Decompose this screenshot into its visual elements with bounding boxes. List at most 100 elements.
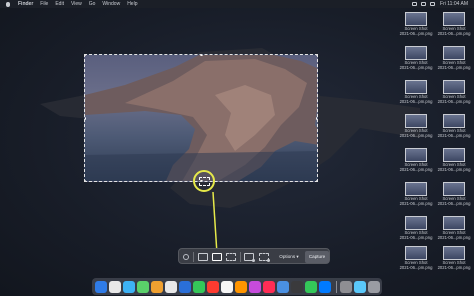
island-image bbox=[85, 55, 317, 181]
dock-app-icon[interactable] bbox=[165, 280, 177, 293]
file-thumbnail bbox=[405, 246, 427, 260]
capture-window-button[interactable] bbox=[212, 253, 222, 261]
toolbar-divider bbox=[193, 252, 194, 262]
desktop-file[interactable]: Screen Shot 2021-06...pm.png bbox=[434, 114, 474, 138]
file-name-line2: 2021-06...pm.png bbox=[399, 65, 433, 70]
screenshot-toolbar: Options ▾ Capture bbox=[178, 248, 330, 264]
status-area: Fri 11:04 AM bbox=[408, 1, 468, 7]
dock-app-icon[interactable] bbox=[367, 280, 380, 293]
desktop-file[interactable]: Screen Shot 2021-06...pm.png bbox=[434, 80, 474, 104]
file-thumbnail bbox=[443, 148, 465, 162]
file-thumbnail bbox=[443, 246, 465, 260]
file-thumbnail bbox=[443, 114, 465, 128]
wifi-icon[interactable] bbox=[421, 2, 427, 6]
dock-app-icon[interactable] bbox=[235, 280, 247, 293]
dock-app-icon[interactable] bbox=[207, 280, 219, 293]
menu-app-name[interactable]: Finder bbox=[18, 1, 33, 7]
dock-app-icon[interactable] bbox=[123, 280, 135, 293]
dock-app-icon[interactable] bbox=[179, 280, 191, 293]
desktop-file[interactable]: Screen Shot 2021-06...pm.png bbox=[396, 182, 436, 206]
file-thumbnail bbox=[405, 12, 427, 26]
capture-selection-area[interactable] bbox=[84, 54, 318, 182]
desktop-file[interactable]: Screen Shot 2021-06...pm.png bbox=[396, 246, 436, 270]
file-name-line2: 2021-06...pm.png bbox=[399, 167, 433, 172]
dock-app-icon[interactable] bbox=[353, 280, 366, 293]
record-selected-portion-button[interactable] bbox=[259, 253, 270, 262]
dock-separator bbox=[336, 280, 337, 293]
close-toolbar-button[interactable] bbox=[183, 254, 189, 260]
file-name-line2: 2021-06...pm.png bbox=[437, 201, 471, 206]
menu-help[interactable]: Help bbox=[127, 1, 137, 7]
dock-app-icon[interactable] bbox=[221, 280, 233, 293]
file-thumbnail bbox=[443, 12, 465, 26]
callout-circle bbox=[193, 170, 215, 192]
dock-app-icon[interactable] bbox=[95, 280, 107, 293]
file-name-line2: 2021-06...pm.png bbox=[399, 201, 433, 206]
dock-app-icon[interactable] bbox=[263, 280, 275, 293]
dock-app-icon[interactable] bbox=[319, 280, 331, 293]
apple-menu-icon[interactable] bbox=[6, 1, 10, 7]
capture-selected-portion-button[interactable] bbox=[226, 253, 236, 261]
desktop-file[interactable]: Screen Shot 2021-06...pm.png bbox=[396, 80, 436, 104]
resize-handle-right[interactable] bbox=[316, 117, 317, 120]
file-thumbnail bbox=[405, 80, 427, 94]
record-dot-icon bbox=[267, 259, 270, 262]
menu-edit[interactable]: Edit bbox=[55, 1, 64, 7]
file-thumbnail bbox=[443, 216, 465, 230]
dock bbox=[92, 278, 382, 295]
file-name-line2: 2021-06...pm.png bbox=[437, 99, 471, 104]
resize-handle-top-right[interactable] bbox=[316, 55, 317, 56]
dock-app-icon[interactable] bbox=[305, 280, 317, 293]
desktop-file[interactable]: Screen Shot 2021-06...pm.png bbox=[434, 216, 474, 240]
dock-app-icon[interactable] bbox=[277, 280, 289, 293]
menu-file[interactable]: File bbox=[40, 1, 48, 7]
toolbar-divider bbox=[240, 252, 241, 262]
desktop-file[interactable]: Screen Shot 2021-06...pm.png bbox=[434, 246, 474, 270]
dock-app-icon[interactable] bbox=[151, 280, 163, 293]
file-name-line2: 2021-06...pm.png bbox=[437, 65, 471, 70]
dock-app-icon[interactable] bbox=[137, 280, 149, 293]
file-name-line2: 2021-06...pm.png bbox=[437, 133, 471, 138]
record-entire-screen-button[interactable] bbox=[244, 253, 255, 262]
file-name-line2: 2021-06...pm.png bbox=[399, 265, 433, 270]
file-thumbnail bbox=[405, 182, 427, 196]
file-name-line2: 2021-06...pm.png bbox=[399, 133, 433, 138]
desktop-file[interactable]: Screen Shot 2021-06...pm.png bbox=[396, 114, 436, 138]
file-thumbnail bbox=[443, 80, 465, 94]
desktop-file[interactable]: Screen Shot 2021-06...pm.png bbox=[396, 46, 436, 70]
file-name-line2: 2021-06...pm.png bbox=[399, 31, 433, 36]
options-menu-button[interactable]: Options ▾ bbox=[275, 252, 303, 262]
desktop-file[interactable]: Screen Shot 2021-06...pm.png bbox=[396, 12, 436, 36]
dock-app-icon[interactable] bbox=[339, 280, 352, 293]
desktop-file[interactable]: Screen Shot 2021-06...pm.png bbox=[434, 182, 474, 206]
file-thumbnail bbox=[405, 216, 427, 230]
desktop-file[interactable]: Screen Shot 2021-06...pm.png bbox=[434, 12, 474, 36]
file-name-line2: 2021-06...pm.png bbox=[437, 31, 471, 36]
file-thumbnail bbox=[405, 46, 427, 60]
resize-handle-bottom-right[interactable] bbox=[316, 180, 317, 181]
capture-button[interactable]: Capture bbox=[305, 251, 329, 263]
dock-app-icon[interactable] bbox=[193, 280, 205, 293]
file-name-line2: 2021-06...pm.png bbox=[399, 99, 433, 104]
menu-view[interactable]: View bbox=[71, 1, 82, 7]
desktop-file[interactable]: Screen Shot 2021-06...pm.png bbox=[396, 216, 436, 240]
record-dot-icon bbox=[252, 259, 255, 262]
resize-handle-bottom-left[interactable] bbox=[85, 180, 86, 181]
menu-go[interactable]: Go bbox=[89, 1, 96, 7]
dock-app-icon[interactable] bbox=[249, 280, 261, 293]
menu-clock[interactable]: Fri 11:04 AM bbox=[440, 1, 468, 7]
menu-window[interactable]: Window bbox=[102, 1, 120, 7]
dock-app-icon[interactable] bbox=[109, 280, 121, 293]
desktop-file[interactable]: Screen Shot 2021-06...pm.png bbox=[396, 148, 436, 172]
selection-icon bbox=[198, 176, 210, 186]
desktop-file[interactable]: Screen Shot 2021-06...pm.png bbox=[434, 148, 474, 172]
desktop-file[interactable]: Screen Shot 2021-06...pm.png bbox=[434, 46, 474, 70]
file-name-line2: 2021-06...pm.png bbox=[437, 265, 471, 270]
file-thumbnail bbox=[443, 182, 465, 196]
control-center-icon[interactable] bbox=[430, 2, 436, 6]
menu-bar: Finder File Edit View Go Window Help Fri… bbox=[0, 0, 474, 8]
capture-entire-screen-button[interactable] bbox=[198, 253, 208, 261]
battery-icon[interactable] bbox=[412, 2, 418, 6]
file-name-line2: 2021-06...pm.png bbox=[437, 235, 471, 240]
dock-app-icon[interactable] bbox=[291, 280, 303, 293]
